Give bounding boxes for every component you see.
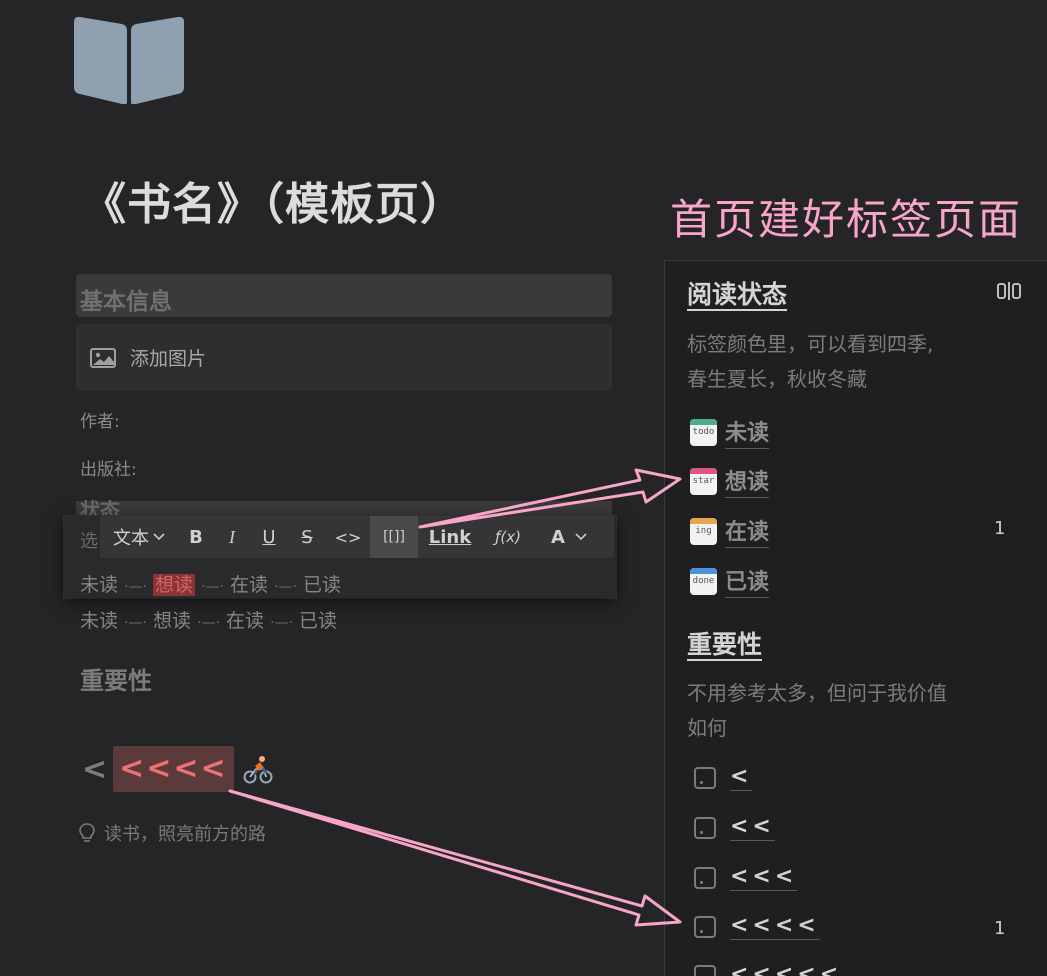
tip-text: 读书，照亮前方的路 [104,824,266,845]
split-view-icon[interactable] [996,280,1022,302]
status-flow[interactable]: 未读 ·—· 想读 ·—· 在读 ·—· 已读 [80,606,337,633]
status-option: 在读 [226,610,265,632]
importance-item-3[interactable]: <<< [690,864,798,891]
annotation-text: 首页建好标签页面 [670,195,1023,244]
calendar-tag-icon: star [690,467,717,495]
reading-status-heading[interactable]: 阅读状态 [687,275,787,311]
underline-button[interactable]: U [250,516,288,558]
tag-code: done [692,575,715,586]
text-color-dropdown[interactable]: A [534,516,604,558]
status-separator: ·—· [274,579,297,595]
page-link-button[interactable]: [[]] [370,516,418,558]
tag-item-done[interactable]: done 已读 [690,564,770,598]
open-book-icon [74,16,184,104]
importance-item-4[interactable]: <<<< [690,913,820,940]
status-flow-selected[interactable]: 未读 ·—· 想读 ·—· 在读 ·—· 已读 [80,570,341,597]
importance-label: <<< [730,864,798,891]
status-separator: ·—· [201,579,224,595]
text-type-dropdown[interactable]: 文本 [100,516,178,558]
status-option-highlighted: 想读 [153,574,196,596]
tag-code: ing [695,525,712,536]
tag-label: 想读 [725,464,770,498]
tag-item-star[interactable]: star 想读 [690,464,770,498]
importance-description: 不用参考太多，但问于我价值 [687,681,947,705]
strikethrough-button[interactable]: S [288,516,326,558]
checkbox-icon [694,915,716,938]
checkbox-icon [694,964,716,976]
tag-label: 未读 [725,415,770,449]
checkbox-icon [694,766,716,789]
checkbox-icon [694,816,716,839]
add-image-button[interactable]: 添加图片 [76,324,612,391]
importance-label: << [730,814,775,841]
importance-sidebar-heading[interactable]: 重要性 [687,625,762,661]
chevron-down-icon [153,533,165,541]
tag-item-todo[interactable]: todo 未读 [690,415,770,449]
lightbulb-icon [79,823,95,842]
rating-dim-mark: < [82,751,108,787]
select-prefix: 选 [80,531,98,552]
importance-item-1[interactable]: < [690,764,753,791]
page-title: 《书名》（模板页） [82,179,465,230]
importance-rating[interactable]: < <<<< [82,746,274,792]
importance-description: 如何 [687,716,727,740]
status-option: 已读 [303,574,342,596]
importance-label: <<<<< [730,962,842,976]
tag-code: star [692,475,715,486]
importance-label: <<<< [730,913,820,940]
text-color-label: A [551,526,565,548]
calendar-tag-icon: ing [690,517,717,545]
status-option: 已读 [299,610,338,632]
tag-label: 在读 [725,514,770,548]
status-separator: ·—· [124,579,147,595]
status-separator: ·—· [124,615,147,631]
bold-button[interactable]: B [178,516,214,558]
status-separator: ·—· [197,615,220,631]
italic-button[interactable]: I [214,516,250,558]
importance-heading: 重要性 [80,667,152,695]
checkbox-icon [694,866,716,889]
calendar-tag-icon: todo [690,418,717,446]
tag-code: todo [692,426,715,437]
author-label[interactable]: 作者: [80,407,120,432]
status-separator: ·—· [270,615,293,631]
link-button[interactable]: Link [418,516,482,558]
status-option: 想读 [153,610,192,632]
status-option: 未读 [80,610,119,632]
mountain-biker-icon [243,756,273,784]
formula-button[interactable]: ƒ(x) [482,516,534,558]
reading-status-description: 春生夏长，秋收冬藏 [687,367,867,391]
format-toolbar: 文本 B I U S <> [[]] Link ƒ(x) A [100,516,614,558]
tip-row: 读书，照亮前方的路 [78,820,266,846]
publisher-label[interactable]: 出版社: [80,455,137,480]
importance-item-5[interactable]: <<<<< [690,962,842,976]
calendar-tag-icon: done [690,567,717,595]
reading-status-description: 标签颜色里，可以看到四季, [687,332,934,356]
importance-item-2[interactable]: << [690,814,775,841]
chevron-down-icon [575,533,587,541]
tag-count: 1 [994,518,1006,539]
info-heading: 基本信息 [80,289,172,315]
importance-label: < [730,764,753,791]
arrow-to-importance-item [228,789,682,927]
status-option: 未读 [80,574,119,596]
status-option: 在读 [230,574,269,596]
add-image-label: 添加图片 [130,348,207,370]
importance-count: 1 [994,918,1006,939]
rating-active-marks[interactable]: <<<< [113,746,234,792]
code-button[interactable]: <> [326,516,370,558]
tag-label: 已读 [725,564,770,598]
image-icon [90,347,116,368]
tag-item-ing[interactable]: ing 在读 [690,514,770,548]
text-type-label: 文本 [113,528,149,549]
